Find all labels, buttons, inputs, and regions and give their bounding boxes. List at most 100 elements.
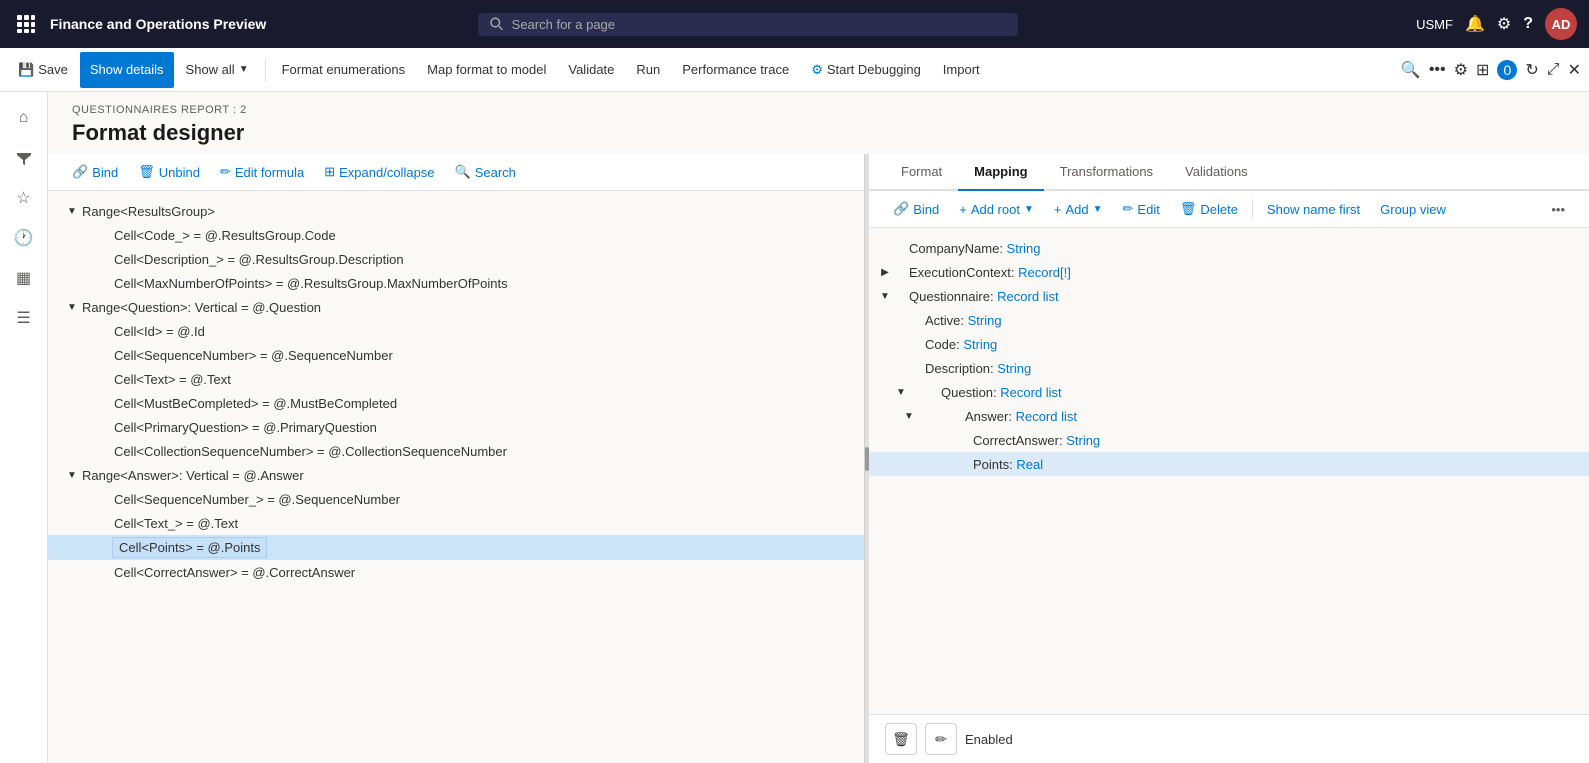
tree-label: Cell<CorrectAnswer> = @.CorrectAnswer xyxy=(112,565,355,580)
search-icon-cmd[interactable]: 🔍 xyxy=(1401,60,1421,80)
start-debugging-button[interactable]: ⚙ Start Debugging xyxy=(801,52,931,88)
help-icon[interactable]: ? xyxy=(1523,15,1533,33)
save-button[interactable]: 💾 Save xyxy=(8,52,78,88)
delete-button[interactable]: 🗑 Delete xyxy=(1172,197,1246,221)
edit-pencil-button[interactable]: ✏ xyxy=(925,723,957,755)
model-item-company[interactable]: CompanyName: String xyxy=(869,236,1589,260)
group-view-button[interactable]: Group view xyxy=(1372,198,1454,221)
add-icon2: + xyxy=(1054,202,1062,217)
tree-item-range-results[interactable]: ▼ Range<ResultsGroup> xyxy=(48,199,864,223)
add-button[interactable]: + Add ▼ xyxy=(1046,198,1111,221)
model-item-exec[interactable]: ▶ ExecutionContext: Record[!] xyxy=(869,260,1589,284)
tree-label: Cell<CollectionSequenceNumber> = @.Colle… xyxy=(112,444,507,459)
bind-button[interactable]: 🔗 Bind xyxy=(64,160,126,184)
validate-button[interactable]: Validate xyxy=(558,52,624,88)
search-button[interactable]: 🔍 Search xyxy=(447,160,524,184)
import-button[interactable]: Import xyxy=(933,52,990,88)
tree-arrow[interactable]: ▼ xyxy=(901,411,917,422)
show-details-button[interactable]: Show details xyxy=(80,52,174,88)
tree-arrow[interactable]: ▼ xyxy=(64,206,80,217)
refresh-icon[interactable]: ↻ xyxy=(1525,60,1538,80)
tree-item-cell-primary[interactable]: Cell<PrimaryQuestion> = @.PrimaryQuestio… xyxy=(48,415,864,439)
avatar[interactable]: AD xyxy=(1545,8,1577,40)
tree-item-cell-correct[interactable]: Cell<CorrectAnswer> = @.CorrectAnswer xyxy=(48,560,864,584)
edit-button[interactable]: ✏ Edit xyxy=(1115,197,1168,221)
tree-arrow[interactable]: ▼ xyxy=(64,470,80,481)
tree-label: Cell<Code_> = @.ResultsGroup.Code xyxy=(112,228,336,243)
model-tree: CompanyName: String ▶ ExecutionContext: … xyxy=(869,228,1589,714)
tree-item-cell-points[interactable]: Cell<Points> = @.Points xyxy=(48,535,864,560)
tree-item-cell-must[interactable]: Cell<MustBeCompleted> = @.MustBeComplete… xyxy=(48,391,864,415)
mapping-bind-button[interactable]: 🔗 Bind xyxy=(885,197,947,221)
sidebar-star[interactable]: ☆ xyxy=(6,180,42,216)
tab-mapping[interactable]: Mapping xyxy=(958,154,1043,191)
tree-label: Cell<Description_> = @.ResultsGroup.Desc… xyxy=(112,252,404,267)
unbind-button[interactable]: 🗑 Unbind xyxy=(130,160,208,184)
apps-icon[interactable] xyxy=(12,10,40,38)
model-item-description[interactable]: Description: String xyxy=(869,356,1589,380)
resize-handle[interactable] xyxy=(865,154,869,763)
search-input[interactable] xyxy=(512,17,1007,32)
expand-collapse-button[interactable]: ⊞ Expand/collapse xyxy=(316,160,442,184)
add-root-button[interactable]: + Add root ▼ xyxy=(951,198,1042,221)
tree-item-cell-id[interactable]: Cell<Id> = @.Id xyxy=(48,319,864,343)
show-name-first-button[interactable]: Show name first xyxy=(1259,198,1368,221)
tab-format[interactable]: Format xyxy=(885,154,958,191)
more-options-button[interactable]: ••• xyxy=(1543,198,1573,221)
tree-arrow[interactable]: ▼ xyxy=(64,302,80,313)
badge-icon[interactable]: 0 xyxy=(1497,60,1517,80)
sidebar-list[interactable]: ☰ xyxy=(6,300,42,336)
designer-area: 🔗 Bind 🗑 Unbind ✏ Edit formula ⊞ Expand/… xyxy=(48,154,1589,763)
expand-icon[interactable]: ⤢ xyxy=(1547,61,1560,79)
format-enumerations-button[interactable]: Format enumerations xyxy=(272,52,416,88)
bind-icon: 🔗 xyxy=(893,201,909,217)
tree-label: Cell<Id> = @.Id xyxy=(112,324,205,339)
sidebar-table[interactable]: ▦ xyxy=(6,260,42,296)
tree-item-cell-text2[interactable]: Cell<Text_> = @.Text xyxy=(48,511,864,535)
tree-arrow[interactable]: ▼ xyxy=(877,291,893,302)
bell-icon[interactable]: 🔔 xyxy=(1465,14,1485,34)
sidebar-home[interactable]: ⌂ xyxy=(6,100,42,136)
tree-item-cell-code[interactable]: Cell<Code_> = @.ResultsGroup.Code xyxy=(48,223,864,247)
model-item-points[interactable]: Points: Real xyxy=(869,452,1589,476)
model-item-questionnaire[interactable]: ▼ Questionnaire: Record list xyxy=(869,284,1589,308)
settings-icon-cmd[interactable]: ⚙ xyxy=(1454,60,1468,80)
show-all-button[interactable]: Show all ▼ xyxy=(176,52,259,88)
tree-item-range-answer[interactable]: ▼ Range<Answer>: Vertical = @.Answer xyxy=(48,463,864,487)
model-item-answer[interactable]: ▼ Answer: Record list xyxy=(869,404,1589,428)
model-item-active[interactable]: Active: String xyxy=(869,308,1589,332)
tree-item-cell-seq2[interactable]: Cell<SequenceNumber_> = @.SequenceNumber xyxy=(48,487,864,511)
tree-label: Range<Question>: Vertical = @.Question xyxy=(80,300,321,315)
tree-arrow[interactable]: ▼ xyxy=(893,387,909,398)
run-button[interactable]: Run xyxy=(626,52,670,88)
chevron-down-icon: ▼ xyxy=(239,64,249,75)
apps-icon-cmd[interactable]: ⊞ xyxy=(1476,60,1489,80)
username-label: USMF xyxy=(1416,17,1453,32)
tree-item-cell-desc[interactable]: Cell<Description_> = @.ResultsGroup.Desc… xyxy=(48,247,864,271)
tree-item-cell-max[interactable]: Cell<MaxNumberOfPoints> = @.ResultsGroup… xyxy=(48,271,864,295)
tab-validations[interactable]: Validations xyxy=(1169,154,1264,191)
close-icon[interactable]: ✕ xyxy=(1568,60,1581,80)
model-item-code[interactable]: Code: String xyxy=(869,332,1589,356)
model-item-question[interactable]: ▼ Question: Record list xyxy=(869,380,1589,404)
chevron-down-icon2: ▼ xyxy=(1093,204,1103,215)
left-panel: 🔗 Bind 🗑 Unbind ✏ Edit formula ⊞ Expand/… xyxy=(48,154,865,763)
tree-item-cell-coll[interactable]: Cell<CollectionSequenceNumber> = @.Colle… xyxy=(48,439,864,463)
tab-transformations[interactable]: Transformations xyxy=(1044,154,1169,191)
search-bar[interactable] xyxy=(478,13,1018,36)
page-title: Format designer xyxy=(72,120,1565,146)
performance-trace-button[interactable]: Performance trace xyxy=(672,52,799,88)
trash-button[interactable]: 🗑 xyxy=(885,723,917,755)
right-panel: Format Mapping Transformations Validatio… xyxy=(869,154,1589,763)
map-format-button[interactable]: Map format to model xyxy=(417,52,556,88)
tree-item-cell-seq[interactable]: Cell<SequenceNumber> = @.SequenceNumber xyxy=(48,343,864,367)
more-dots[interactable]: ••• xyxy=(1429,61,1446,79)
tree-arrow[interactable]: ▶ xyxy=(877,267,893,278)
model-item-correctanswer[interactable]: CorrectAnswer: String xyxy=(869,428,1589,452)
edit-formula-button[interactable]: ✏ Edit formula xyxy=(212,160,312,184)
tree-item-range-question[interactable]: ▼ Range<Question>: Vertical = @.Question xyxy=(48,295,864,319)
sidebar-filter[interactable] xyxy=(6,140,42,176)
sidebar-history[interactable]: 🕐 xyxy=(6,220,42,256)
tree-item-cell-text[interactable]: Cell<Text> = @.Text xyxy=(48,367,864,391)
settings-icon[interactable]: ⚙ xyxy=(1497,14,1511,34)
